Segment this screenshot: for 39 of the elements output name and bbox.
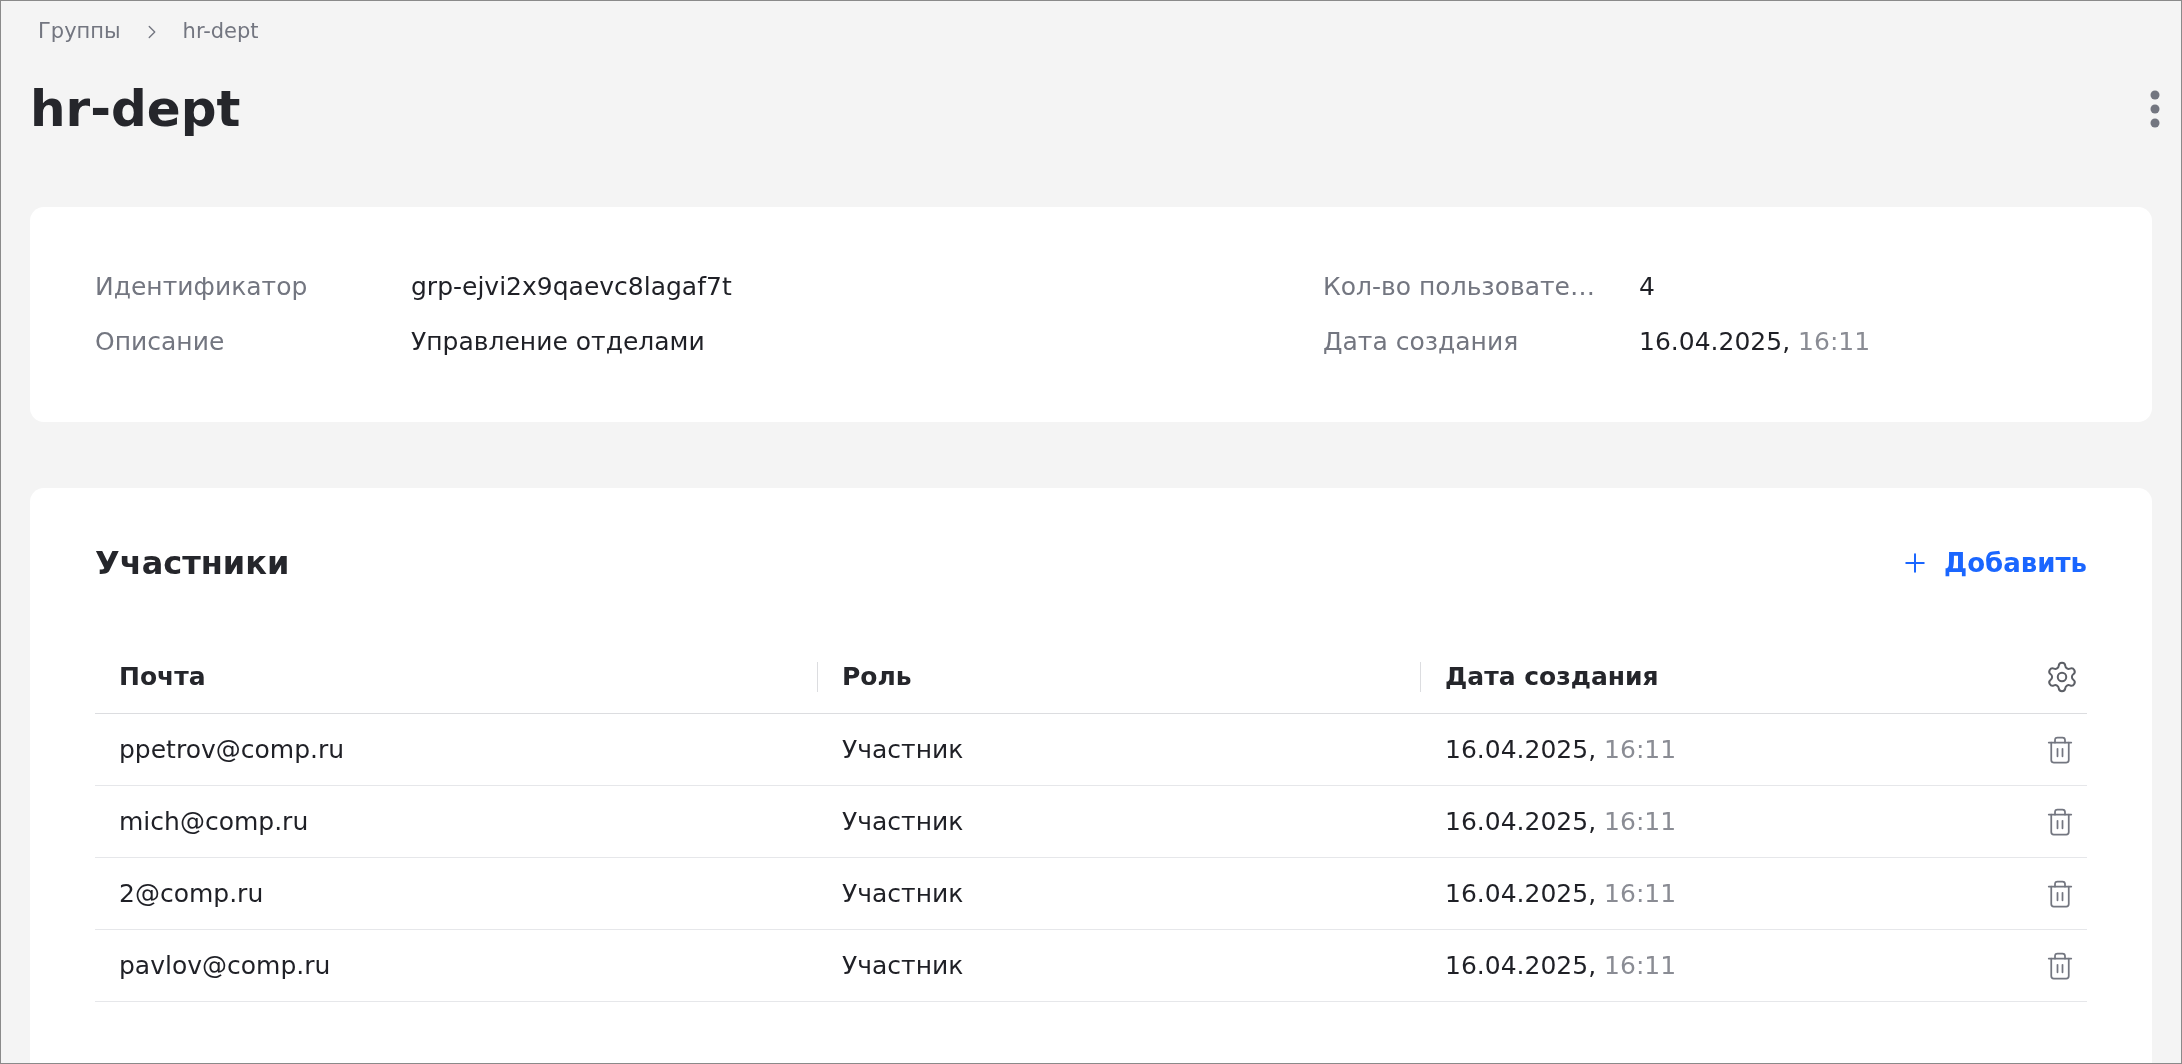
field-value: 4 [1639, 271, 1655, 304]
date-text: 16.04.2025, [1445, 805, 1597, 838]
table-cell: ppetrov@comp.ru [119, 734, 345, 764]
table-cell: 2@comp.ru [119, 878, 264, 908]
date-text: 16.04.2025, [1445, 949, 1597, 982]
settings-icon[interactable] [2045, 659, 2079, 694]
trash-icon[interactable] [2045, 806, 2075, 837]
breadcrumb-link[interactable]: Группы [38, 16, 121, 48]
time-text: 16:11 [1604, 805, 1677, 838]
time-text: 16:11 [1798, 326, 1871, 359]
field-label: Дата создания [1323, 326, 1520, 359]
more-icon[interactable] [2149, 89, 2161, 129]
trash-icon[interactable] [2045, 878, 2075, 909]
date-text: 16.04.2025, [1445, 733, 1597, 766]
field-label: Описание [95, 326, 226, 359]
time-text: 16:11 [1604, 949, 1677, 982]
column-header: Дата создания [1445, 660, 1659, 693]
table-cell: Участник [842, 878, 964, 908]
add-button[interactable]: Добавить [1900, 543, 2087, 583]
table-cell: Участник [842, 950, 964, 980]
breadcrumb-link[interactable]: hr-dept [182, 16, 259, 48]
date-text: 16.04.2025, [1445, 877, 1597, 910]
trash-icon[interactable] [2045, 950, 2075, 981]
page-title: hr-dept [30, 78, 241, 140]
date-text: 16.04.2025, [1639, 326, 1791, 359]
table-cell: Участник [842, 734, 964, 764]
table-cell: Участник [842, 806, 964, 836]
trash-icon[interactable] [2045, 734, 2075, 765]
field-label: Идентификатор [95, 271, 309, 304]
time-text: 16:11 [1604, 733, 1677, 766]
field-value: Управление отделами [411, 326, 705, 359]
time-text: 16:11 [1604, 877, 1677, 910]
column-header: Роль [842, 660, 912, 693]
column-header: Почта [119, 660, 206, 693]
table-cell: pavlov@comp.ru [119, 950, 331, 980]
field-value: grp-ejvi2x9qaevc8lagaf7t [411, 271, 732, 304]
section-title: Участники [95, 543, 290, 584]
field-label: Кол-во пользовате… [1323, 271, 1596, 304]
table-cell: mich@comp.ru [119, 806, 309, 836]
